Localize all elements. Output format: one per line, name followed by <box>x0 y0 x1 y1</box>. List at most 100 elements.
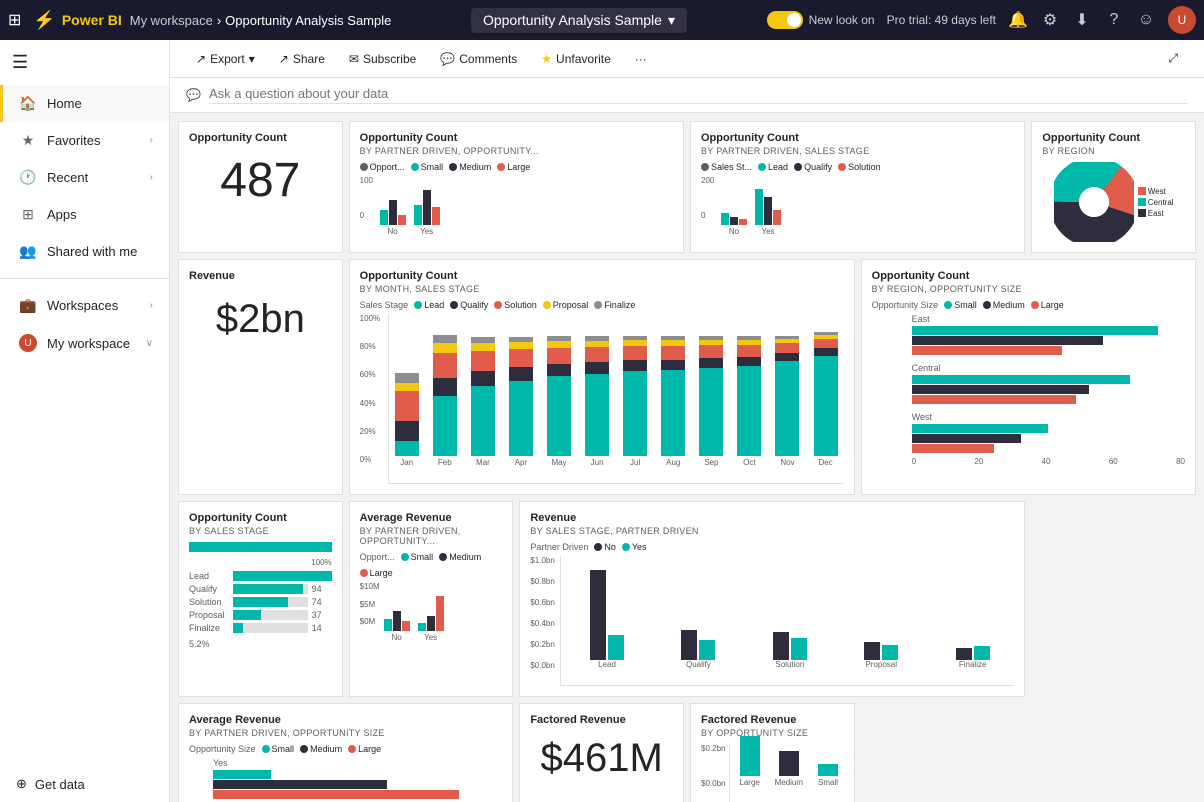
chevron-right-icon: › <box>150 172 153 183</box>
share-button[interactable]: ↗ Share <box>269 47 335 71</box>
legend: Opportunity Size Small Medium Large <box>189 744 502 754</box>
qa-bar: 💬 <box>170 78 1204 113</box>
sidebar-item-favorites[interactable]: ★ Favorites › <box>0 122 169 159</box>
legend: Opportunity Size Small Medium Large <box>872 300 1185 310</box>
card-title: Factored Revenue <box>701 714 844 726</box>
notifications-icon[interactable]: 🔔 <box>1008 10 1028 30</box>
card-title: Revenue <box>189 270 332 282</box>
ss-row-finalize: Finalize 14 <box>189 623 332 633</box>
chevron-right-icon: › <box>150 135 153 146</box>
sales-stage-bars: Lead Qualify 94 Solution 74 Proposa <box>189 571 332 633</box>
card-title: Average Revenue <box>189 714 502 726</box>
chevron-down-icon: ▾ <box>249 52 255 66</box>
card-opp-by-partner: Opportunity Count BY PARTNER DRIVEN, OPP… <box>349 121 684 253</box>
avatar[interactable]: U <box>1168 6 1196 34</box>
y-axis: 100% 80% 60% 40% 20% 0% <box>360 314 380 464</box>
top-nav: ⊞ ⚡ Power BI My workspace › Opportunity … <box>0 0 1204 40</box>
sidebar-item-shared[interactable]: 👥 Shared with me <box>0 233 169 270</box>
chevron-down-icon: ∨ <box>146 338 153 349</box>
card-title: Revenue <box>530 512 1014 524</box>
card-title: Opportunity Count <box>701 132 1014 144</box>
unfavorite-button[interactable]: ★ Unfavorite <box>531 47 620 71</box>
new-look-toggle: New look on <box>767 11 875 29</box>
pie-chart <box>1054 162 1134 242</box>
big-number-value: 487 <box>189 146 332 216</box>
ss-row-lead: Lead <box>189 571 332 581</box>
new-look-pill[interactable] <box>767 11 803 29</box>
card-title: Opportunity Count <box>360 270 844 282</box>
help-icon[interactable]: ? <box>1104 10 1124 30</box>
big-number-revenue: $2bn <box>189 284 332 354</box>
clock-icon: 🕐 <box>19 169 37 186</box>
card-avg-rev-by-size: Average Revenue BY PARTNER DRIVEN, OPPOR… <box>178 703 513 802</box>
report-title-dropdown[interactable]: Opportunity Analysis Sample ▾ <box>471 8 687 33</box>
sidebar-header: ☰ <box>0 40 169 85</box>
export-button[interactable]: ↗ Export ▾ <box>186 47 265 71</box>
workspace-icon: 💼 <box>19 297 37 314</box>
card-opportunity-count: Opportunity Count 487 <box>178 121 343 253</box>
sidebar: ☰ 🏠 Home ★ Favorites › 🕐 Recent › ⊞ Apps… <box>0 40 170 802</box>
card-subtitle: BY OPPORTUNITY SIZE <box>701 728 844 738</box>
monthly-chart: 100% 80% 60% 40% 20% 0% <box>360 314 844 484</box>
sidebar-item-my-workspace[interactable]: U My workspace ∨ <box>0 324 169 362</box>
card-subtitle: BY PARTNER DRIVEN, SALES STAGE <box>701 146 1014 156</box>
card-title: Opportunity Count <box>189 132 332 144</box>
more-button[interactable]: ··· <box>625 47 657 71</box>
legend: Sales Stage Lead Qualify Solution Propos… <box>360 300 844 310</box>
get-data-icon: ⊕ <box>16 776 27 792</box>
person-icon: U <box>19 334 37 352</box>
card-title: Average Revenue <box>360 512 503 524</box>
main-content: ↗ Export ▾ ↗ Share ✉ Subscribe 💬 Comment… <box>170 40 1204 802</box>
ss-row-proposal: Proposal 37 <box>189 610 332 620</box>
export-icon: ↗ <box>196 52 206 66</box>
qa-icon: 💬 <box>186 88 201 102</box>
feedback-icon[interactable]: ☺ <box>1136 10 1156 30</box>
apps-icon: ⊞ <box>19 206 37 223</box>
chevron-right-icon: › <box>150 300 153 311</box>
legend: Opport... Small Medium Large <box>360 552 503 578</box>
card-opp-by-region-size: Opportunity Count BY REGION, OPPORTUNITY… <box>861 259 1196 495</box>
factored-revenue-value: $461M <box>530 728 673 788</box>
card-title: Factored Revenue <box>530 714 673 726</box>
card-subtitle: BY PARTNER DRIVEN, OPPORTUNITY SIZE <box>189 728 502 738</box>
comment-icon: 💬 <box>440 52 455 66</box>
dashboard-grid: Opportunity Count 487 Opportunity Count … <box>170 113 1204 802</box>
card-avg-revenue: Average Revenue BY PARTNER DRIVEN, OPPOR… <box>349 501 514 697</box>
legend: Opport... Small Medium Large <box>360 162 673 172</box>
card-opp-by-stage-pct: Opportunity Count BY SALES STAGE 100% Le… <box>178 501 343 697</box>
card-subtitle: BY SALES STAGE, PARTNER DRIVEN <box>530 526 1014 536</box>
sidebar-footer-get-data[interactable]: ⊕ Get data <box>0 766 169 802</box>
card-revenue: Revenue $2bn <box>178 259 343 495</box>
subscribe-button[interactable]: ✉ Subscribe <box>339 47 426 71</box>
legend: Sales St... Lead Qualify Solution <box>701 162 1014 172</box>
comments-button[interactable]: 💬 Comments <box>430 47 527 71</box>
expand-button[interactable]: ⤢ <box>1158 46 1188 71</box>
download-icon[interactable]: ⬇ <box>1072 10 1092 30</box>
card-title: Opportunity Count <box>872 270 1185 282</box>
card-subtitle: BY REGION <box>1042 146 1185 156</box>
home-icon: 🏠 <box>19 95 37 112</box>
share-icon: ↗ <box>279 52 289 66</box>
sidebar-item-apps[interactable]: ⊞ Apps <box>0 196 169 233</box>
hamburger-icon[interactable]: ☰ <box>8 48 32 77</box>
card-title: Opportunity Count <box>360 132 673 144</box>
app-layout: ☰ 🏠 Home ★ Favorites › 🕐 Recent › ⊞ Apps… <box>0 40 1204 802</box>
qa-input[interactable] <box>209 86 1188 104</box>
sidebar-item-recent[interactable]: 🕐 Recent › <box>0 159 169 196</box>
nav-right: New look on Pro trial: 49 days left 🔔 ⚙ … <box>767 6 1196 34</box>
settings-icon[interactable]: ⚙ <box>1040 10 1060 30</box>
grid-icon[interactable]: ⊞ <box>8 10 21 30</box>
card-factored-revenue: Factored Revenue $461M <box>519 703 684 802</box>
ss-row-solution: Solution 74 <box>189 597 332 607</box>
card-title: Opportunity Count <box>1042 132 1185 144</box>
card-revenue-by-stage: Revenue BY SALES STAGE, PARTNER DRIVEN P… <box>519 501 1025 697</box>
star-icon: ★ <box>19 132 37 149</box>
sidebar-item-workspaces[interactable]: 💼 Workspaces › <box>0 287 169 324</box>
sidebar-item-home[interactable]: 🏠 Home <box>0 85 169 122</box>
card-subtitle: BY PARTNER DRIVEN, OPPORTUNITY... <box>360 526 503 546</box>
card-subtitle: BY PARTNER DRIVEN, OPPORTUNITY... <box>360 146 673 156</box>
card-subtitle: BY SALES STAGE <box>189 526 332 536</box>
mail-icon: ✉ <box>349 52 359 66</box>
card-opp-by-region: Opportunity Count BY REGION West <box>1031 121 1196 253</box>
card-title: Opportunity Count <box>189 512 332 524</box>
